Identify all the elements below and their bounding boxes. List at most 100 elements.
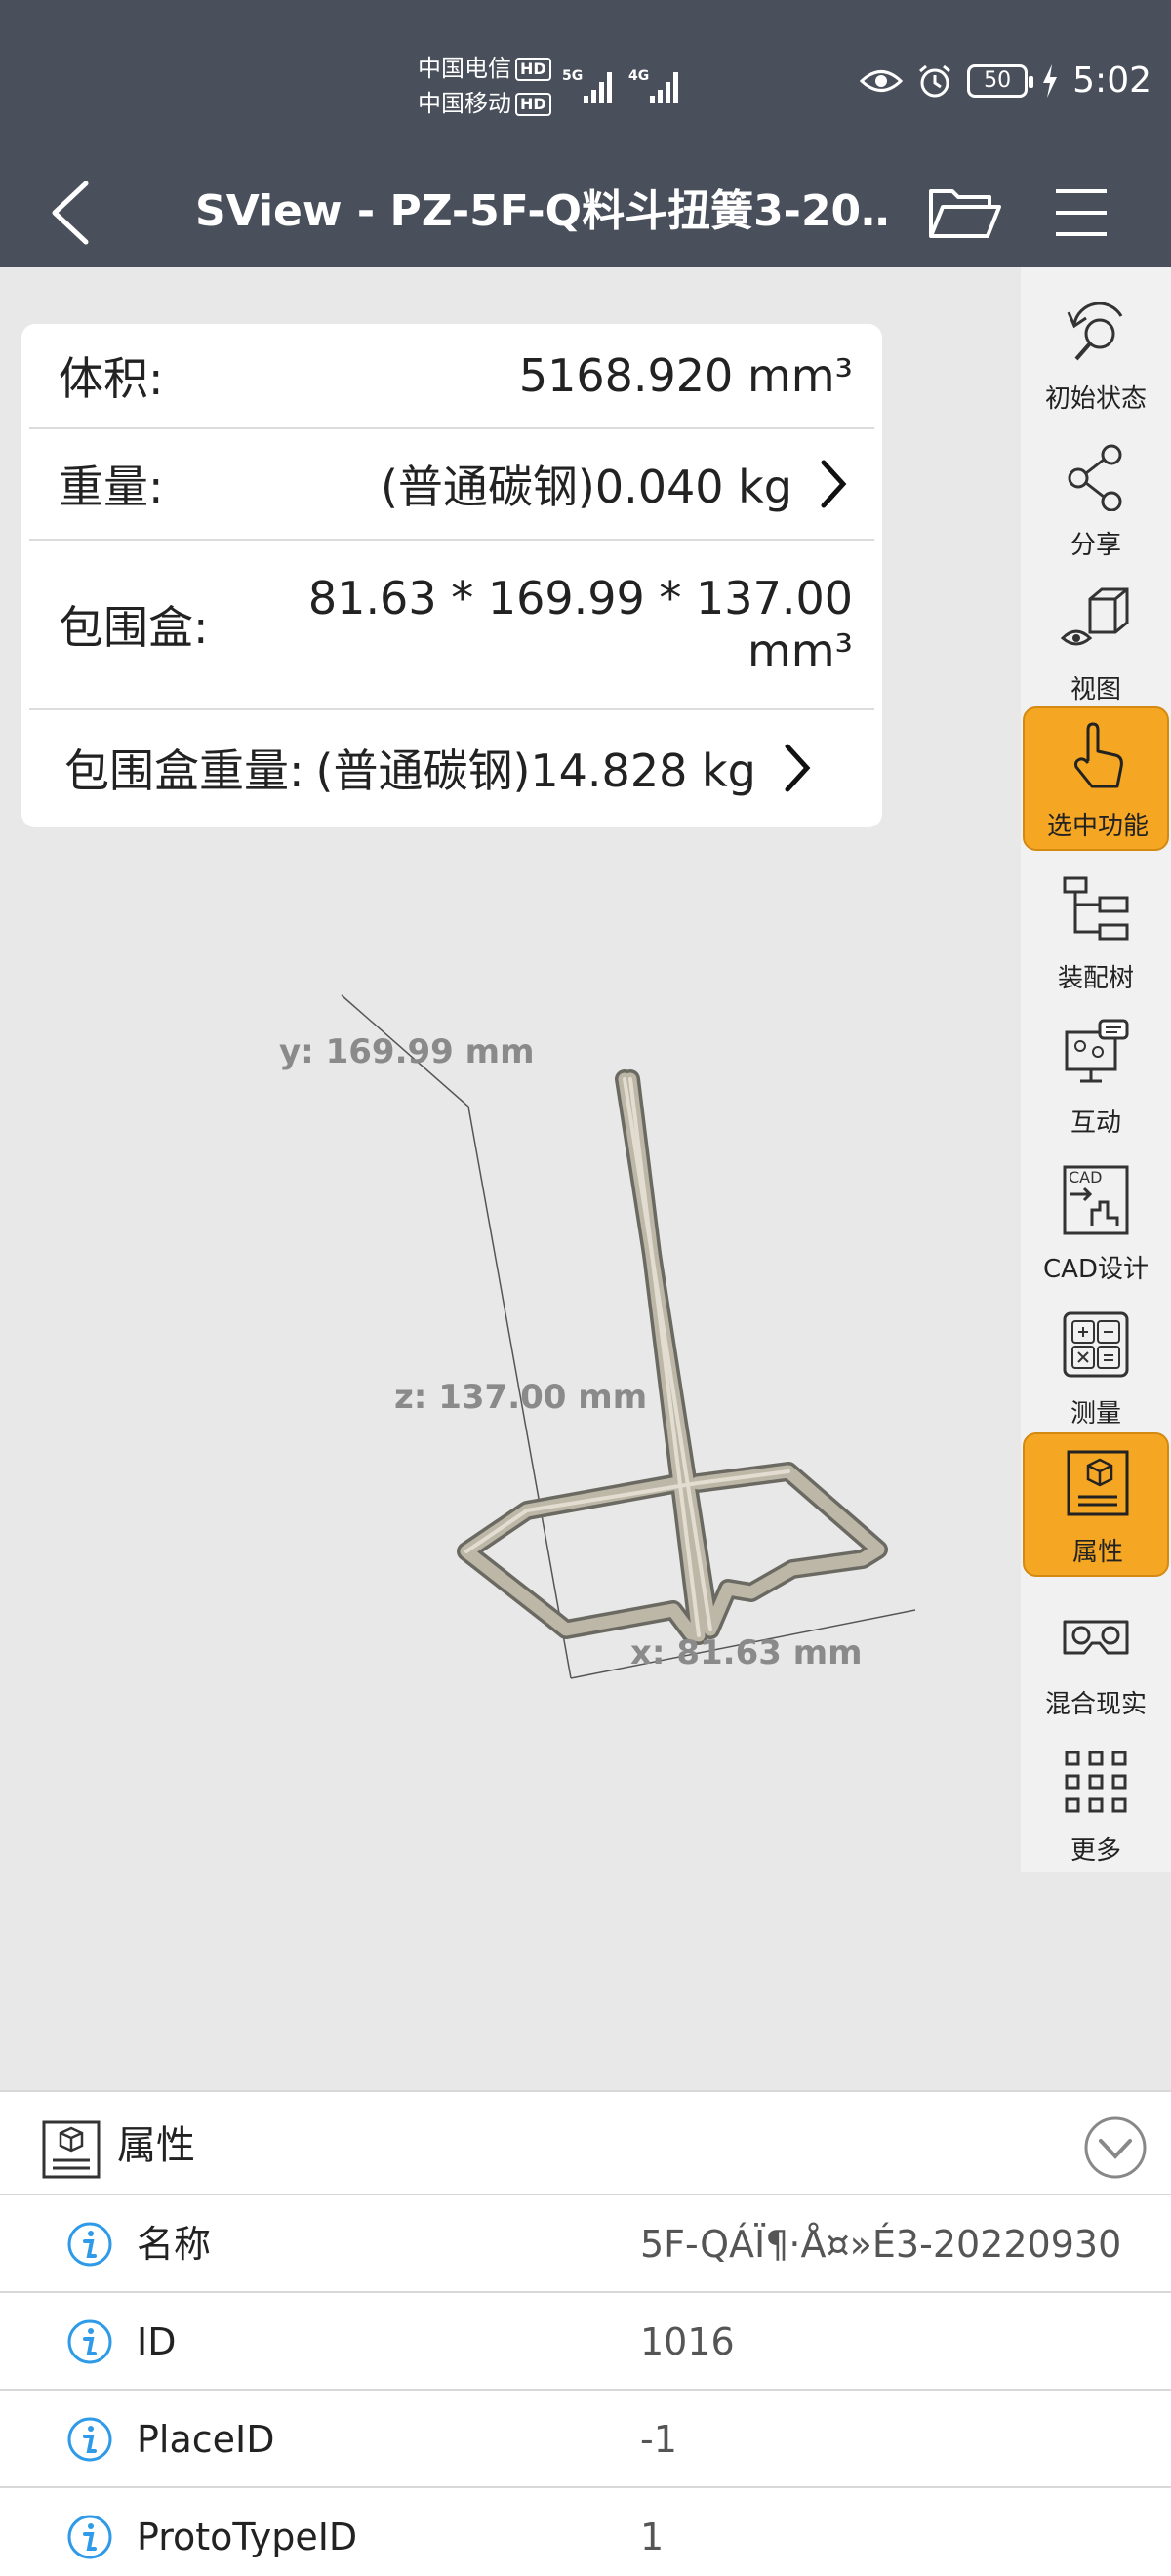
- app-header: SView - PZ-5F-Q料斗扭簧3-20‥: [0, 156, 1171, 267]
- bbox-value: 81.63 * 169.99 * 137.00 mm³: [308, 572, 853, 677]
- property-key: 名称: [137, 2223, 212, 2266]
- property-value: -1: [640, 2418, 677, 2461]
- calculator-icon: [1063, 1311, 1129, 1378]
- properties-icon: [42, 2120, 101, 2179]
- y-dimension-label: y: 169.99 mm: [279, 1032, 535, 1071]
- bbox-value-line2: mm³: [747, 624, 853, 677]
- tool-mixed-reality[interactable]: 混合现实: [1023, 1587, 1169, 1731]
- torsion-spring-wire: [457, 1069, 888, 1645]
- property-key: ProtoTypeID: [137, 2516, 358, 2558]
- bbox-row: 包围盒: 81.63 * 169.99 * 137.00 mm³: [21, 541, 882, 708]
- interaction-icon: [1065, 1019, 1129, 1083]
- x-dimension-label: x: 81.63 mm: [630, 1633, 863, 1672]
- page-title: SView - PZ-5F-Q料斗扭簧3-20‥: [195, 186, 890, 236]
- carrier-2: 中国移动: [418, 90, 511, 117]
- svg-text:5G: 5G: [562, 68, 583, 84]
- bbox-weight-label: 包围盒重量:: [64, 745, 304, 797]
- back-icon[interactable]: [39, 164, 107, 262]
- tool-label: 初始状态: [1044, 384, 1147, 414]
- status-bar: 中国电信 HD 中国移动 HD 5G 4G 50 5:02: [0, 0, 1171, 156]
- property-row-prototypeid: ProtoTypeID 1: [0, 2490, 1171, 2576]
- view-cube-icon: [1061, 587, 1129, 646]
- properties-panel: 属性 名称 5F-QÁÏ¶·Å¤»É3-20220930 ID 1016 Pla…: [0, 2090, 1171, 2576]
- tool-more[interactable]: 更多: [1023, 1733, 1169, 1877]
- property-row-id: ID 1016: [0, 2295, 1171, 2391]
- bbox-weight-row[interactable]: 包围盒重量: (普通碳钢)14.828 kg: [21, 710, 882, 825]
- z-dimension-label: z: 137.00 mm: [394, 1378, 648, 1417]
- tool-cad-design[interactable]: CAD CAD设计: [1023, 1151, 1169, 1296]
- alarm-icon: [919, 64, 951, 97]
- bbox-weight-value: (普通碳钢)14.828 kg: [315, 745, 756, 797]
- tool-label: 更多: [1070, 1836, 1121, 1866]
- weight-row[interactable]: 重量: (普通碳钢)0.040 kg: [21, 429, 882, 539]
- tool-interaction[interactable]: 互动: [1023, 1005, 1169, 1149]
- eye-icon: [860, 69, 904, 92]
- vr-glasses-icon: [1063, 1620, 1129, 1655]
- status-right: 50 5:02: [860, 60, 1151, 101]
- bbox-value-line1: 81.63 * 169.99 * 137.00: [307, 572, 853, 624]
- tool-assembly-tree[interactable]: 装配树: [1023, 861, 1169, 1005]
- tool-measure[interactable]: 测量: [1023, 1296, 1169, 1440]
- tool-label: 互动: [1070, 1108, 1121, 1138]
- tool-properties[interactable]: 属性: [1023, 1432, 1169, 1577]
- chevron-right-icon[interactable]: [778, 739, 817, 797]
- weight-value: (普通碳钢)0.040 kg: [380, 461, 792, 513]
- hd-badge: HD: [515, 93, 551, 116]
- property-key: ID: [137, 2320, 177, 2363]
- carrier-1: 中国电信: [418, 55, 511, 82]
- volume-label: 体积:: [59, 352, 164, 405]
- right-toolbar: 初始状态 分享 视图 选中功能 装配树 互动 CAD CAD设计 测量 属性 混…: [1021, 267, 1171, 1872]
- info-icon[interactable]: [66, 2416, 113, 2463]
- reset-view-icon: [1067, 302, 1123, 361]
- cad-design-icon: CAD: [1063, 1165, 1129, 1235]
- svg-text:4G: 4G: [628, 68, 649, 84]
- property-row-name: 名称 5F-QÁÏ¶·Å¤»É3-20220930: [0, 2197, 1171, 2293]
- property-value: 1: [640, 2516, 665, 2558]
- tool-label: 属性: [1071, 1538, 1123, 1567]
- property-value: 5F-QÁÏ¶·Å¤»É3-20220930: [640, 2223, 1122, 2266]
- tool-label: CAD设计: [1043, 1255, 1149, 1284]
- properties-panel-title: 属性: [117, 2123, 195, 2168]
- spring-model-drawing[interactable]: [0, 859, 1015, 1854]
- bbox-label: 包围盒:: [59, 601, 209, 654]
- hd-badge: HD: [515, 58, 551, 81]
- info-icon[interactable]: [66, 2221, 113, 2268]
- properties-panel-header[interactable]: 属性: [0, 2092, 1171, 2195]
- folder-icon[interactable]: [925, 174, 1003, 252]
- carrier-info: 中国电信 HD 中国移动 HD: [418, 51, 551, 121]
- signal-5g-icon: 5G: [562, 68, 612, 103]
- property-value: 1016: [640, 2320, 735, 2363]
- tool-select[interactable]: 选中功能: [1023, 706, 1169, 851]
- tool-initial-state[interactable]: 初始状态: [1023, 281, 1169, 425]
- model-viewport[interactable]: y: 169.99 mm z: 137.00 mm x: 81.63 mm: [0, 859, 1015, 1854]
- property-row-placeid: PlaceID -1: [0, 2393, 1171, 2488]
- battery-indicator: 50: [967, 63, 1034, 98]
- hand-pointer-icon: [1074, 722, 1123, 788]
- property-key: PlaceID: [137, 2418, 275, 2461]
- clock: 5:02: [1072, 60, 1151, 101]
- tool-label: 分享: [1070, 531, 1121, 560]
- volume-row: 体积: 5168.920 mm³: [21, 324, 882, 427]
- info-icon[interactable]: [66, 2514, 113, 2560]
- chevron-right-icon[interactable]: [814, 455, 853, 513]
- volume-value: 5168.920 mm³: [518, 349, 853, 402]
- tool-share[interactable]: 分享: [1023, 427, 1169, 572]
- menu-icon[interactable]: [1052, 176, 1110, 250]
- more-grid-icon: [1065, 1751, 1127, 1813]
- share-icon: [1068, 444, 1122, 511]
- signal-4g-icon: 4G: [628, 68, 678, 103]
- weight-label: 重量:: [59, 461, 164, 513]
- assembly-tree-icon: [1063, 876, 1129, 941]
- volume-info-card: 体积: 5168.920 mm³ 重量: (普通碳钢)0.040 kg 包围盒:…: [21, 324, 882, 827]
- tool-view[interactable]: 视图: [1023, 572, 1169, 716]
- tool-label: 测量: [1070, 1399, 1121, 1429]
- charging-icon: [1043, 63, 1058, 98]
- tool-label: 选中功能: [1046, 812, 1149, 841]
- info-icon[interactable]: [66, 2318, 113, 2365]
- tool-label: 混合现实: [1044, 1690, 1147, 1719]
- tool-label: 装配树: [1057, 964, 1134, 993]
- properties-icon: [1067, 1450, 1129, 1516]
- tool-label: 视图: [1070, 675, 1121, 704]
- svg-text:CAD: CAD: [1069, 1168, 1102, 1187]
- collapse-chevron-down-icon[interactable]: [1083, 2115, 1148, 2180]
